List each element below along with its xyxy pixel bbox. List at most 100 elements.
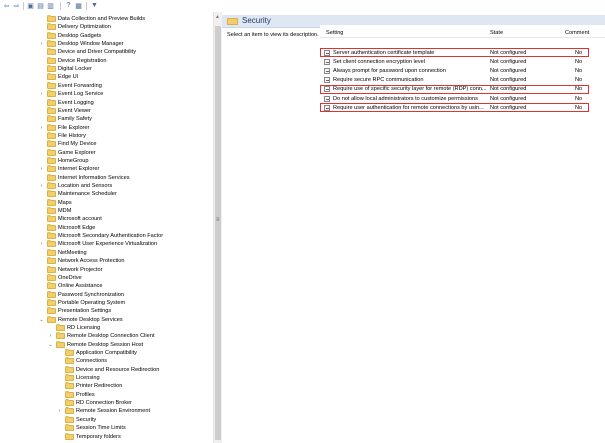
tree-item[interactable]: Device Registration [0, 56, 212, 65]
folder-icon [47, 98, 56, 106]
tree-item[interactable]: HomeGroup [0, 156, 212, 165]
tree-item[interactable]: › File Explorer [0, 123, 212, 132]
tree-item[interactable]: MDM [0, 207, 212, 215]
policy-row[interactable]: Require use of specific security layer f… [320, 85, 605, 93]
policy-state: Not configured [490, 86, 527, 93]
folder-icon [47, 282, 56, 290]
tree-item[interactable]: Presentation Settings [0, 307, 212, 315]
expand-arrow-icon[interactable]: › [39, 90, 44, 98]
tree-item[interactable]: › Remote Session Environment [0, 407, 212, 415]
expand-arrow-icon[interactable]: › [39, 240, 44, 248]
tree-item[interactable]: Microsoft Secondary Authentication Facto… [0, 232, 212, 240]
column-header-comment[interactable]: Comment [565, 29, 589, 37]
splitter-grip-icon[interactable]: ≡ [216, 217, 220, 223]
tree-item[interactable]: Online Assistance [0, 282, 212, 290]
policy-state: Not configured [490, 77, 527, 84]
tree-item[interactable]: File History [0, 131, 212, 140]
help-icon[interactable]: ? [64, 1, 73, 10]
tree-item-label: Device and Resource Redirection [76, 366, 160, 373]
tree-item[interactable]: › Microsoft User Experience Virtualizatio… [0, 240, 212, 248]
expand-arrow-icon[interactable]: › [48, 332, 53, 340]
tree-item[interactable]: Event Logging [0, 98, 212, 107]
tree-item[interactable]: Edge UI [0, 73, 212, 81]
tree-item[interactable]: Maps [0, 198, 212, 207]
policy-setting-icon [324, 95, 330, 102]
tree-item[interactable]: NetMeeting [0, 248, 212, 257]
tree-item[interactable]: Digital Locker [0, 65, 212, 73]
show-hide-tree-icon[interactable]: ▤ [36, 1, 45, 10]
expand-arrow-icon[interactable]: › [39, 124, 44, 132]
tree-item[interactable]: Event Viewer [0, 106, 212, 115]
tree-item[interactable]: OneDrive [0, 273, 212, 282]
back-icon[interactable]: ⇦ [2, 1, 11, 10]
tree-item[interactable]: Device and Driver Compatibility [0, 48, 212, 56]
tree-item[interactable]: Microsoft Edge [0, 223, 212, 232]
scrollbar-thumb[interactable] [215, 26, 221, 440]
policy-setting-icon [324, 104, 330, 111]
tree-item[interactable]: Find My Device [0, 140, 212, 148]
tree-item[interactable]: Printer Redirection [0, 382, 212, 390]
expand-arrow-icon[interactable]: › [39, 182, 44, 190]
properties-icon[interactable]: ▦ [74, 1, 83, 10]
tree-item[interactable]: Event Forwarding [0, 81, 212, 90]
column-header-state[interactable]: State [490, 29, 503, 37]
filter-icon[interactable]: ▼ [90, 1, 99, 10]
policy-row[interactable]: Require secure RPC communication Not conf… [320, 76, 605, 84]
tree-item[interactable]: Family Safety [0, 115, 212, 123]
tree-item[interactable]: Profiles [0, 390, 212, 399]
policy-row[interactable]: Server authentication certificate templa… [320, 49, 605, 57]
expand-arrow-icon[interactable]: › [57, 407, 62, 415]
policy-row[interactable]: Always prompt for password upon connecti… [320, 67, 605, 75]
tree-item[interactable]: Network Access Protection [0, 257, 212, 265]
policy-row[interactable]: Set client connection encryption level No… [320, 58, 605, 66]
tree-item[interactable]: Game Explorer [0, 148, 212, 157]
tree-item[interactable]: Connections [0, 357, 212, 365]
tree-item[interactable]: RD Licensing [0, 323, 212, 332]
tree-item[interactable]: Data Collection and Preview Builds [0, 15, 212, 23]
tree-item-label: Remote Desktop Connection Client [67, 333, 155, 340]
tree-item[interactable]: Security [0, 415, 212, 424]
collapse-arrow-icon[interactable]: ⌄ [39, 316, 44, 324]
tree-item[interactable]: Device and Resource Redirection [0, 365, 212, 374]
policy-row[interactable]: Require user authentication for remote c… [320, 104, 605, 112]
tree-scrollbar[interactable]: ▲ ≡ [213, 12, 222, 443]
tree-item[interactable]: › Desktop Window Manager [0, 40, 212, 48]
up-folder-icon[interactable]: ▣ [26, 1, 35, 10]
tree-item[interactable]: Portable Operating System [0, 298, 212, 307]
tree-item[interactable]: Password Synchronization [0, 290, 212, 299]
tree-item[interactable]: Internet Information Services [0, 173, 212, 182]
folder-icon [47, 198, 56, 206]
tree-item-label: HomeGroup [58, 157, 89, 164]
tree-item[interactable]: Licensing [0, 374, 212, 382]
tree-item[interactable]: RD Connection Broker [0, 399, 212, 407]
scroll-up-arrow-icon[interactable]: ▲ [215, 14, 220, 20]
details-pane: Security Select an item to view its desc… [222, 12, 605, 443]
tree-item[interactable]: Desktop Gadgets [0, 31, 212, 40]
tree-item[interactable]: ⌄ Remote Desktop Session Host [0, 340, 212, 349]
expand-arrow-icon[interactable]: › [39, 165, 44, 173]
tree-item[interactable]: › Event Log Service [0, 90, 212, 98]
tree-item[interactable]: Application Compatibility [0, 349, 212, 357]
tree-item[interactable]: Delivery Optimization [0, 23, 212, 31]
column-header-setting[interactable]: Setting [326, 29, 343, 37]
section-title: Security [242, 16, 271, 25]
policy-comment: No [575, 104, 583, 111]
forward-icon[interactable]: ⇨ [12, 1, 21, 10]
tree-item[interactable]: › Remote Desktop Connection Client [0, 332, 212, 340]
tree-item[interactable]: Maintenance Scheduler [0, 190, 212, 198]
collapse-arrow-icon[interactable]: ⌄ [48, 341, 53, 349]
tree-item[interactable]: Session Time Limits [0, 424, 212, 432]
tree-item[interactable]: Network Projector [0, 265, 212, 274]
tree-item[interactable]: › Internet Explorer [0, 165, 212, 173]
export-list-icon[interactable]: ▥ [46, 1, 55, 10]
tree-item-label: MDM [58, 208, 72, 215]
folder-icon [47, 207, 56, 215]
policy-comment: No [575, 77, 583, 84]
tree-item[interactable]: Microsoft account [0, 215, 212, 223]
tree-item[interactable]: › Location and Sensors [0, 182, 212, 190]
tree-item[interactable]: Temporary folders [0, 432, 212, 441]
policy-row[interactable]: Do not allow local administrators to cus… [320, 95, 605, 103]
tree-item-label: Portable Operating System [58, 299, 126, 306]
expand-arrow-icon[interactable]: › [39, 40, 44, 48]
tree-item[interactable]: ⌄ Remote Desktop Services [0, 315, 212, 324]
